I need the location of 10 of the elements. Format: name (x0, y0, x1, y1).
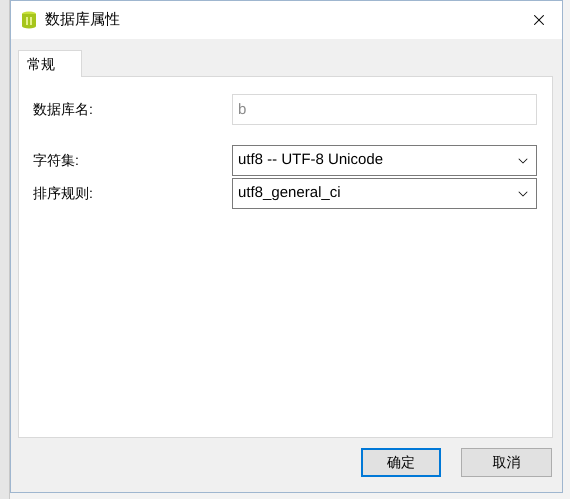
dropdown[interactable]: utf8 -- UTF-8 Unicode (232, 145, 537, 176)
window-title: 数据库属性 (45, 10, 120, 30)
field-label: 排序规则: (33, 184, 94, 203)
dialog-button[interactable]: 确定 (361, 448, 441, 477)
tab[interactable]: 常规 (18, 50, 82, 77)
dialog-button[interactable]: 取消 (461, 448, 552, 477)
field-label: 字符集: (33, 151, 80, 170)
dropdown[interactable]: utf8_general_ci (232, 178, 537, 209)
field-label: 数据库名: (33, 100, 94, 119)
database-icon (21, 11, 37, 29)
